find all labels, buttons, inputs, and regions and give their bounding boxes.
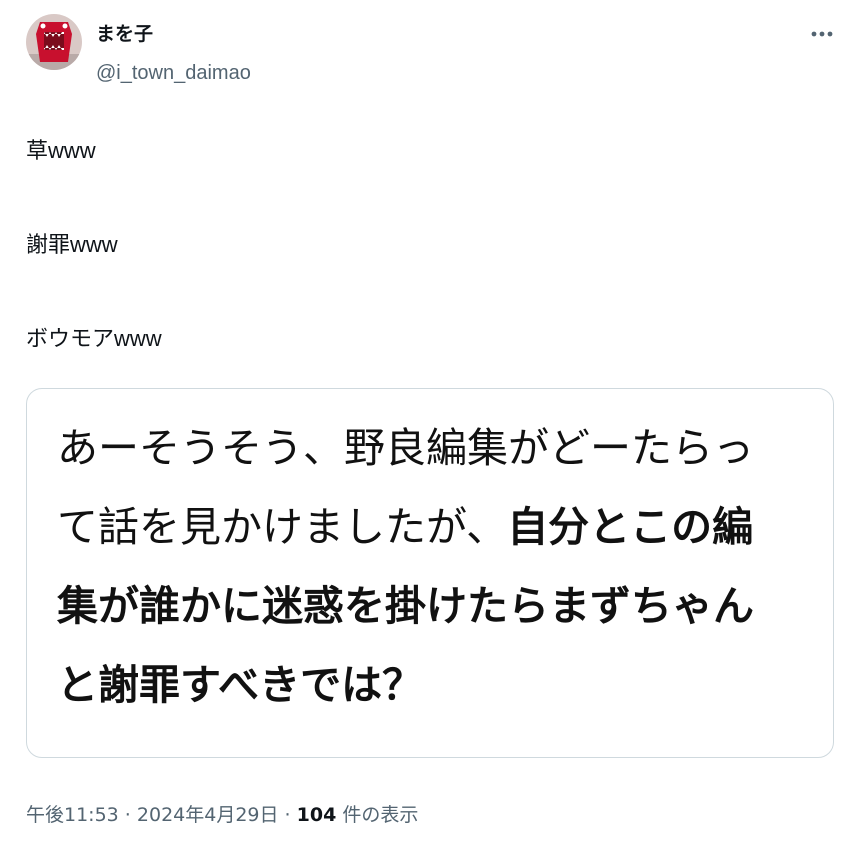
tweet-time[interactable]: 午後11:53: [26, 804, 119, 826]
card-text-bold: 自分とこの編: [507, 503, 754, 551]
tweet-text-www: www: [48, 138, 96, 163]
avatar[interactable]: [26, 14, 82, 70]
card-text-line-2: て話を見かけましたが、自分とこの編: [57, 502, 753, 552]
meta-separator: ·: [118, 804, 137, 826]
user-handle[interactable]: @i_town_daimao: [96, 61, 251, 85]
meta-separator: ·: [278, 804, 297, 826]
tweet-text-jp: 草: [26, 139, 49, 164]
tweet-text-www: www: [70, 232, 118, 257]
tweet-date[interactable]: 2024年4月29日: [137, 804, 279, 826]
avatar-icon: [26, 14, 82, 70]
views-label: 件の表示: [336, 804, 419, 826]
tweet-text-line: 草www: [26, 137, 96, 166]
card-text-bold: 集が誰かに迷惑を掛けたらまずちゃん: [57, 582, 754, 630]
display-name[interactable]: まを子: [96, 22, 153, 46]
tweet-text-jp: 謝罪: [26, 233, 71, 258]
views-count: 104: [296, 804, 337, 826]
tweet-meta: 午後11:53 · 2024年4月29日 · 104 件の表示: [26, 802, 418, 828]
card-text-bold: と謝罪すべきでは？: [57, 661, 424, 709]
tweet-text-line: ボウモアwww: [26, 325, 162, 354]
tweet-text-jp: ボウモア: [26, 327, 115, 352]
card-text-regular: て話を見かけましたが、: [57, 503, 508, 551]
more-horizontal-icon: [811, 31, 833, 37]
more-options-button[interactable]: [804, 20, 840, 48]
tweet-text-www: www: [114, 326, 162, 351]
card-text-line-1: あーそうそう、野良編集がどーたらっ: [57, 424, 754, 472]
attached-image-card[interactable]: あーそうそう、野良編集がどーたらっ て話を見かけましたが、自分とこの編 集が誰か…: [26, 388, 834, 758]
card-text-line-4: と謝罪すべきでは？: [57, 660, 423, 710]
card-text-line-3: 集が誰かに迷惑を掛けたらまずちゃん: [57, 581, 754, 631]
tweet-text-line: 謝罪www: [26, 231, 118, 260]
